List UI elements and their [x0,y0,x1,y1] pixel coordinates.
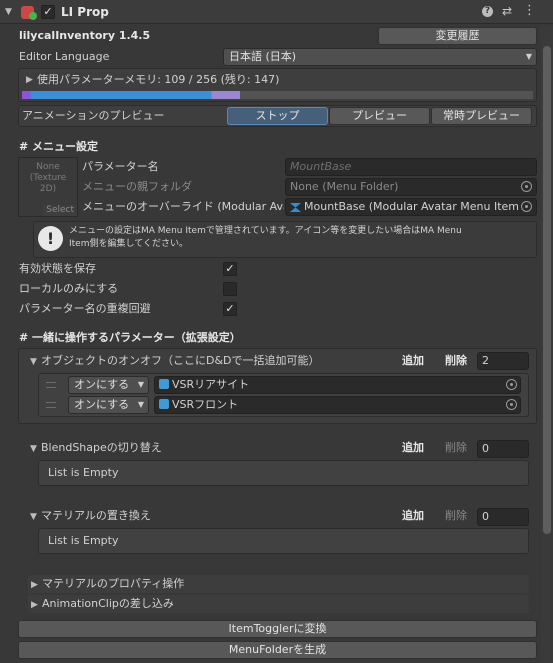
material-replace-label: マテリアルの置き換え [41,509,151,522]
convert-itemtoggler-button[interactable]: ItemTogglerに変換 [18,620,537,638]
param-memory-foldout-icon[interactable]: ▶ [26,75,33,85]
animation-preview-label: アニメーションのプレビュー [22,109,165,122]
chevron-down-icon: ▼ [137,380,144,389]
package-name: lilycalInventory 1.4.5 [19,29,151,42]
parent-folder-value: None (Menu Folder) [290,180,399,193]
menu-override-field[interactable]: MountBase (Modular Avatar Menu Item [285,198,537,216]
help-icon[interactable]: ? [482,6,493,17]
preview-stop-button[interactable]: ストップ [227,107,328,125]
info-text-line2: Item側を編集してください。 [69,239,188,249]
add-badge-icon [29,12,37,20]
object-toggle-target-value: VSRフロント [172,398,239,411]
param-memory-bar [22,91,533,99]
foldout-arrow-icon[interactable]: ▼ [5,7,12,17]
material-replace-add-button[interactable]: 追加 [402,508,424,524]
param-name-input[interactable]: MountBase [285,158,537,176]
blendshape-foldout-icon[interactable]: ▼ [30,444,37,454]
anim-clip-foldout-icon[interactable]: ▶ [31,600,38,610]
material-property-label: マテリアルのプロパティ操作 [42,577,185,590]
ma-menu-item-icon [290,203,301,212]
material-replace-count[interactable]: 0 [477,508,529,526]
avoid-duplicate-checkbox[interactable]: ✓ [223,302,237,316]
scrollbar-thumb[interactable] [543,46,551,534]
info-icon: ! [38,226,63,251]
param-name-placeholder: MountBase [290,160,352,173]
object-picker-icon[interactable] [506,379,517,390]
blendshape-count-value: 0 [482,442,489,455]
blendshape-count[interactable]: 0 [477,440,529,458]
save-state-checkbox[interactable]: ✓ [223,262,237,276]
params-heading: # 一緒に操作するパラメーター（拡張設定） [19,331,241,344]
menu-settings-heading: # メニュー設定 [19,140,99,153]
blendshape-add-button[interactable]: 追加 [402,440,424,456]
object-toggle-delete-button[interactable]: 削除 [445,353,467,369]
texture-none-label: None [36,162,60,172]
blendshape-delete-button[interactable]: 削除 [445,440,467,456]
texture-slot[interactable]: None (Texture 2D) Select [18,157,78,217]
component-enabled-checkbox[interactable]: ✓ [41,5,55,19]
object-toggle-count-value: 2 [482,354,489,367]
param-memory-label: 使用パラメーターメモリ: 109 / 256 (残り: 147) [37,73,280,86]
anim-clip-label: AnimationClipの差し込み [42,597,174,610]
gameobject-icon [159,379,169,389]
object-toggle-label: オブジェクトのオンオフ（ここにD&Dで一括追加可能） [41,354,320,367]
material-replace-count-value: 0 [482,510,489,523]
object-picker-icon[interactable] [506,399,517,410]
texture-2d-label: 2D) [39,184,57,194]
object-toggle-count[interactable]: 2 [477,352,529,370]
local-only-checkbox[interactable] [223,282,237,296]
object-picker-icon[interactable] [521,201,532,212]
object-toggle-mode-dropdown[interactable]: オンにする ▼ [68,396,149,414]
info-text-line1: メニューの設定はMA Menu Itemで管理されています。アイコン等を変更した… [69,226,462,236]
object-toggle-target-field[interactable]: VSRリアサイト [154,376,521,394]
changelog-button[interactable]: 変更履歴 [378,27,537,45]
gameobject-icon [159,399,169,409]
menu-override-value: MountBase (Modular Avatar Menu Item [304,200,519,213]
object-toggle-foldout-icon[interactable]: ▼ [30,357,37,367]
kebab-menu-icon[interactable]: ⋮ [523,3,536,18]
param-memory-fill [22,91,240,99]
preview-button[interactable]: プレビュー [329,107,430,125]
object-toggle-mode-value: オンにする [74,378,130,391]
object-toggle-mode-value: オンにする [74,398,130,411]
object-toggle-target-value: VSRリアサイト [172,378,250,391]
material-replace-delete-button[interactable]: 削除 [445,508,467,524]
object-toggle-mode-dropdown[interactable]: オンにする ▼ [68,376,149,394]
blendshape-label: BlendShapeの切り替え [41,441,162,454]
blendshape-empty-text: List is Empty [48,466,119,479]
editor-language-value: 日本語 (日本) [229,50,297,63]
sliders-icon[interactable]: ⇄ [502,4,512,18]
local-only-label: ローカルのみにする [19,282,119,295]
material-replace-empty-text: List is Empty [48,534,119,547]
object-picker-icon[interactable] [521,181,532,192]
generate-menufolder-button[interactable]: MenuFolderを生成 [18,641,537,659]
parent-folder-label: メニューの親フォルダ [82,180,192,193]
object-toggle-target-field[interactable]: VSRフロント [154,396,521,414]
editor-language-label: Editor Language [19,50,110,63]
chevron-down-icon: ▼ [525,52,532,61]
drag-handle-icon[interactable] [46,402,56,408]
component-title: LI Prop [61,5,109,19]
parent-folder-field[interactable]: None (Menu Folder) [285,178,537,196]
menu-override-label: メニューのオーバーライド (Modular Avatar [82,200,284,213]
avoid-duplicate-label: パラメーター名の重複回避 [19,302,151,315]
texture-type-label: (Texture [29,173,67,183]
material-replace-foldout-icon[interactable]: ▼ [30,512,37,522]
param-name-label: パラメーター名 [82,160,159,173]
preview-always-button[interactable]: 常時プレビュー [431,107,532,125]
save-state-label: 有効状態を保存 [19,262,96,275]
chevron-down-icon: ▼ [137,400,144,409]
editor-language-dropdown[interactable]: 日本語 (日本) ▼ [223,48,537,66]
object-toggle-add-button[interactable]: 追加 [402,353,424,369]
drag-handle-icon[interactable] [46,382,56,388]
material-property-foldout-icon[interactable]: ▶ [31,580,38,590]
texture-select-button[interactable]: Select [43,205,77,216]
